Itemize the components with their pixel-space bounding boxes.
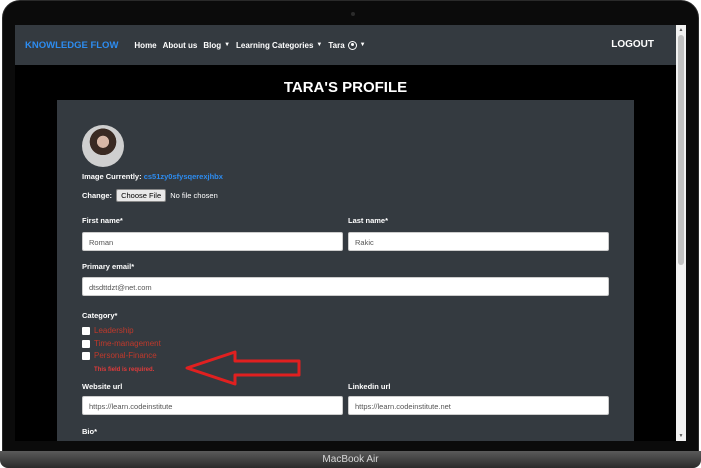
scroll-down-icon[interactable]: ▼	[678, 433, 684, 439]
nav-learning-label: Learning Categories	[236, 40, 314, 50]
brand-link[interactable]: KNOWLEDGE FLOW	[25, 40, 118, 51]
nav-user-menu[interactable]: Tara ▼	[328, 40, 366, 50]
website-input[interactable]: https://learn.codeinstitute	[82, 396, 343, 415]
image-current-link[interactable]: cs51zy0sfysqerexjhbx	[144, 172, 223, 181]
website-label: Website url	[82, 382, 123, 391]
linkedin-input[interactable]: https://learn.codeinstitute.net	[348, 396, 609, 415]
image-current-row: Image Currently: cs51zy0sfysqerexjhbx	[82, 172, 223, 181]
image-current-label: Image Currently:	[82, 172, 142, 181]
nav-learning-categories[interactable]: Learning Categories ▼	[236, 41, 322, 50]
choose-file-button[interactable]: Choose File	[116, 189, 167, 202]
scroll-up-icon[interactable]: ▲	[678, 27, 684, 33]
profile-form-card: Image Currently: cs51zy0sfysqerexjhbx Ch…	[57, 100, 634, 441]
first-name-label: First name*	[82, 216, 123, 225]
main-content: TARA'S PROFILE Image Currently: cs51zy0s…	[15, 65, 676, 441]
email-label: Primary email*	[82, 262, 135, 271]
nav-blog[interactable]: Blog ▼	[203, 41, 230, 50]
nav-user-label: Tara	[328, 40, 345, 50]
laptop-base: MacBook Air	[0, 451, 701, 468]
device-label: MacBook Air	[322, 454, 379, 465]
laptop-frame: KNOWLEDGE FLOW Home About us Blog ▼ Learn…	[0, 0, 701, 468]
category-error: This field is required.	[94, 367, 155, 373]
category-option[interactable]: Time-management	[82, 339, 161, 348]
category-option-label: Time-management	[94, 339, 161, 348]
last-name-label: Last name*	[348, 216, 389, 225]
bio-label: Bio*	[82, 427, 97, 436]
chevron-down-icon: ▼	[316, 42, 323, 48]
avatar	[82, 125, 124, 167]
camera-icon	[351, 12, 355, 16]
category-label: Category*	[82, 311, 118, 320]
user-icon	[347, 40, 357, 50]
navbar: KNOWLEDGE FLOW Home About us Blog ▼ Learn…	[15, 25, 676, 65]
linkedin-label: Linkedin url	[348, 382, 391, 391]
no-file-text: No file chosen	[170, 191, 218, 200]
logout-link[interactable]: LOGOUT	[611, 39, 654, 50]
category-option[interactable]: Leadership	[82, 326, 134, 335]
nav-blog-label: Blog	[203, 40, 222, 50]
category-option-label: Personal-Finance	[94, 351, 157, 360]
checkbox[interactable]	[82, 351, 90, 360]
change-label: Change:	[82, 191, 112, 200]
category-option[interactable]: Personal-Finance	[82, 351, 157, 360]
first-name-input[interactable]: Roman	[82, 232, 343, 251]
chevron-down-icon: ▼	[224, 42, 231, 48]
email-input[interactable]: dtsdttdzt@net.com	[82, 277, 609, 296]
category-option-label: Leadership	[94, 326, 134, 335]
page-title: TARA'S PROFILE	[283, 79, 408, 96]
scroll-thumb[interactable]	[678, 35, 684, 265]
change-image-row: Change: Choose File No file chosen	[82, 189, 218, 202]
nav-about[interactable]: About us	[163, 41, 198, 50]
chevron-down-icon: ▼	[359, 42, 366, 48]
checkbox[interactable]	[82, 339, 90, 348]
browser-viewport: KNOWLEDGE FLOW Home About us Blog ▼ Learn…	[15, 25, 686, 441]
nav-home[interactable]: Home	[134, 41, 156, 50]
arrow-left-icon	[185, 350, 301, 386]
scrollbar[interactable]: ▲ ▼	[676, 25, 686, 441]
last-name-input[interactable]: Rakic	[348, 232, 609, 251]
checkbox[interactable]	[82, 326, 90, 335]
